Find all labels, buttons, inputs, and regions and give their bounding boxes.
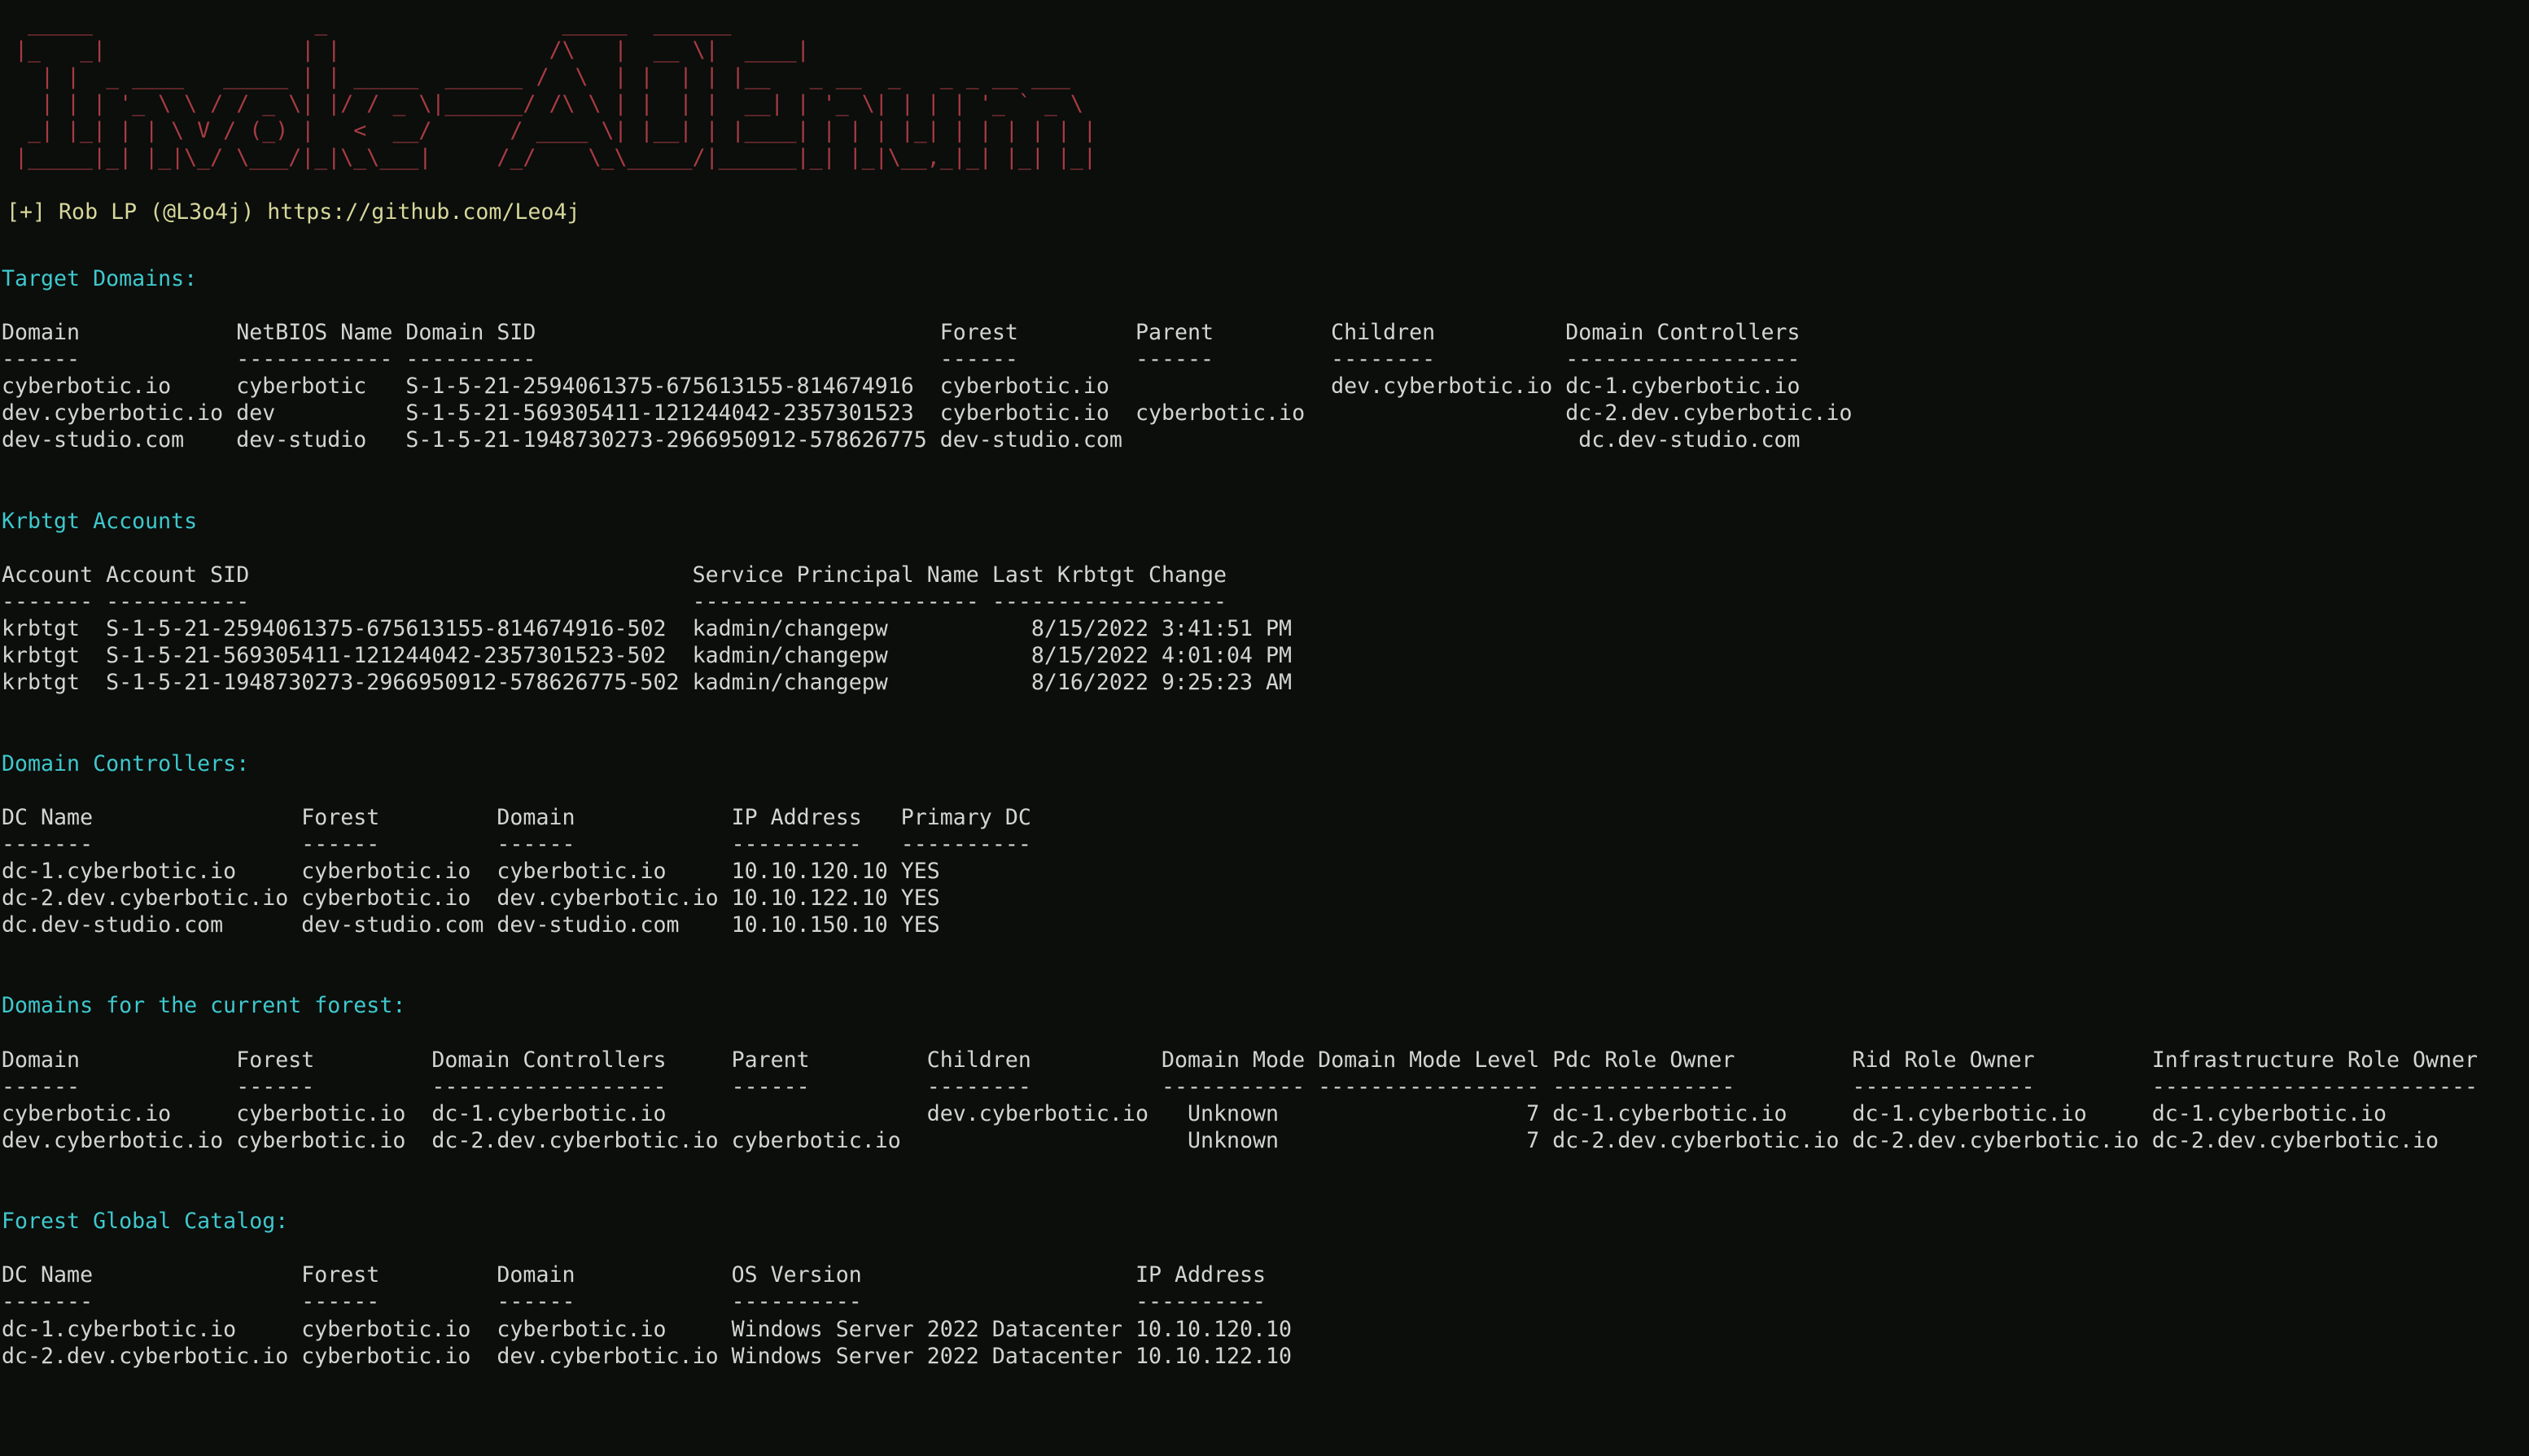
table-domain-controllers: DC Name Forest Domain IP Address Primary… [2,804,1031,938]
section-target-domains: Target Domains: Domain NetBIOS Name Doma… [0,265,2478,454]
author-byline: [+] Rob LP (@L3o4j) https://github.com/L… [7,199,580,225]
table-target-domains: Domain NetBIOS Name Domain SID Forest Pa… [2,320,1853,453]
table-forest-global-catalog: DC Name Forest Domain OS Version IP Addr… [2,1262,1293,1369]
section-heading-forest-global-catalog: Forest Global Catalog: [2,1209,289,1235]
section-forest-domains: Domains for the current forest: Domain F… [0,992,2478,1154]
section-forest-global-catalog: Forest Global Catalog: DC Name Forest Do… [0,1208,2478,1370]
terminal-screen: _____ _ _____ ______ |_ _| | | /\ | __ \… [0,0,2478,1370]
section-domain-controllers: Domain Controllers: DC Name Forest Domai… [0,750,2478,939]
section-heading-domain-controllers: Domain Controllers: [2,750,250,776]
terminal-window: _____ _ _____ ______ |_ _| | | /\ | __ \… [0,0,2529,1456]
section-heading-forest-domains: Domains for the current forest: [2,993,406,1019]
section-krbtgt-accounts: Krbtgt Accounts Account Account SID Serv… [0,508,2478,697]
section-heading-target-domains: Target Domains: [2,265,198,291]
section-heading-krbtgt-accounts: Krbtgt Accounts [2,508,198,534]
table-krbtgt-accounts: Account Account SID Service Principal Na… [2,562,1293,696]
table-forest-domains: Domain Forest Domain Controllers Parent … [2,1047,2479,1153]
ascii-art-banner: _____ _ _____ ______ |_ _| | | /\ | __ \… [15,11,1096,171]
